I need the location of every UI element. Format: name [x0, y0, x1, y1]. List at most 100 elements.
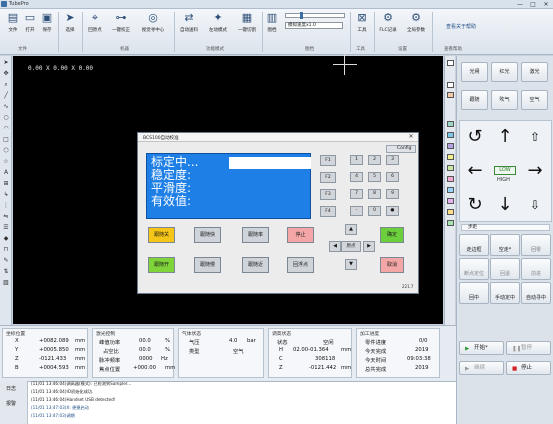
num-key[interactable]: 2 [368, 155, 381, 165]
cancel-button[interactable]: 取消 [380, 257, 404, 273]
follow-on-button[interactable]: 跟随开 [148, 257, 175, 273]
num-key[interactable]: 4 [350, 172, 363, 182]
auto-feed-button[interactable]: ⇄ 自动送料 [176, 11, 202, 33]
follow-slow-button[interactable]: 跟随慢 [194, 257, 221, 273]
speed-slider[interactable] [285, 12, 345, 19]
rect-tool-icon[interactable]: □ [2, 136, 10, 144]
dialog-close-icon[interactable]: ✕ [406, 133, 416, 141]
select-button[interactable]: ➤ 选择 [59, 11, 81, 33]
num-key[interactable]: 5 [368, 172, 381, 182]
f1-key[interactable]: F1 [320, 155, 336, 166]
follow-button[interactable]: 跟随 [461, 90, 488, 110]
back-button[interactable]: 回退 [490, 258, 520, 280]
follow-near-button[interactable]: 跟随近 [242, 257, 269, 273]
config-button[interactable]: Config [386, 145, 416, 153]
polygon-tool-icon[interactable]: ⬡ [2, 147, 10, 155]
layer-swatch[interactable] [447, 121, 454, 127]
center-button[interactable]: 回中 [459, 282, 489, 304]
layer-swatch[interactable] [447, 176, 454, 182]
return-float-button[interactable]: 回浮点 [287, 257, 314, 273]
num-key[interactable]: 7 [350, 189, 363, 199]
nav-up-icon[interactable]: ▲ [345, 224, 357, 235]
save-button[interactable]: ▣ 保存 [36, 11, 58, 33]
layer-tool-icon[interactable]: ▧ [2, 279, 10, 287]
text-tool-icon[interactable]: A [2, 169, 10, 177]
layer-swatch[interactable] [447, 165, 454, 171]
node-tool-icon[interactable]: ✥ [2, 70, 10, 78]
num-key[interactable]: 9 [386, 189, 399, 199]
red-light-button[interactable]: 红光 [491, 62, 518, 82]
num-key[interactable]: 3 [386, 155, 399, 165]
jog-left-arrow-icon[interactable]: ← [463, 160, 487, 184]
shutter-button[interactable]: 光闸 [461, 62, 488, 82]
nav-center-button[interactable]: 原点 [341, 241, 361, 252]
layer-swatch[interactable] [447, 82, 454, 88]
follow-off-button[interactable]: 跟随关 [148, 227, 175, 243]
resume-button[interactable]: ▶ 继续 [459, 361, 504, 375]
rotate-cw-icon[interactable]: ↻ [463, 194, 487, 218]
manual-center-button[interactable]: 手动定中 [490, 282, 520, 304]
drop-tool-icon[interactable]: ◆ [2, 235, 10, 243]
log-tab[interactable]: 日志 [6, 385, 16, 392]
speed-low-indicator[interactable]: LOW [494, 166, 516, 175]
laser-button[interactable]: 激光 [521, 62, 548, 82]
pause-button[interactable]: ❚❚ 暂停 [506, 341, 551, 355]
num-key[interactable]: 1 [350, 155, 363, 165]
jog-up-arrow-icon[interactable]: ↑ [493, 126, 517, 150]
global-settings-button[interactable]: ⚙ 全局参数 [404, 11, 428, 33]
nav-right-icon[interactable]: ▶ [363, 241, 375, 252]
breakpoint-button[interactable]: 断点定位 [459, 258, 489, 280]
f2-key[interactable]: F2 [320, 172, 336, 183]
jog-down-arrow-icon[interactable]: ↓ [493, 194, 517, 218]
f4-key[interactable]: F4 [320, 206, 336, 217]
num-key[interactable]: ● [386, 206, 399, 216]
num-key[interactable]: 8 [368, 189, 381, 199]
f3-key[interactable]: F3 [320, 189, 336, 200]
alarm-tab[interactable]: 报警 [6, 400, 16, 407]
line-tool-icon[interactable]: ╱ [2, 92, 10, 100]
array-tool-icon[interactable]: ⋮ [2, 202, 10, 210]
start-button[interactable]: ▶ 开始* [459, 341, 504, 355]
num-key[interactable]: 0 [368, 206, 381, 216]
num-key[interactable]: 6 [386, 172, 399, 182]
layer-swatch[interactable] [447, 143, 454, 149]
circle-tool-icon[interactable]: ○ [2, 114, 10, 122]
pen-tool-icon[interactable]: ✎ [2, 257, 10, 265]
close-button[interactable]: ✕ [540, 1, 552, 8]
layer-swatch[interactable] [447, 209, 454, 215]
tool-button[interactable]: ⊠ 工具 [353, 11, 371, 33]
z-down-icon[interactable]: ⇩ [523, 194, 547, 218]
follow-rate-button[interactable]: 跟随率 [242, 227, 269, 243]
drawing-button[interactable]: ▥ 图档 [263, 11, 281, 33]
stop-dialog-button[interactable]: 停止 [287, 227, 314, 243]
measure-tool-icon[interactable]: ⊞ [2, 180, 10, 188]
sort-tool-icon[interactable]: ⇅ [2, 268, 10, 276]
nav-down-icon[interactable]: ▼ [345, 259, 357, 270]
layer-swatch[interactable] [447, 220, 454, 226]
follow-fast-button[interactable]: 跟随快 [194, 227, 221, 243]
rotate-ccw-icon[interactable]: ↺ [463, 126, 487, 150]
mode-button[interactable]: ✦ 左动模式 [205, 11, 231, 33]
minimize-button[interactable]: — [514, 1, 526, 8]
jog-right-arrow-icon[interactable]: → [523, 160, 547, 184]
confirm-button[interactable]: 确定 [380, 227, 404, 243]
forward-button[interactable]: 前进 [521, 258, 551, 280]
speed-select[interactable]: 模拟速度x1.0 [285, 22, 343, 29]
z-up-icon[interactable]: ⇧ [523, 126, 547, 150]
mirror-tool-icon[interactable]: ⇋ [2, 213, 10, 221]
auto-center-button[interactable]: 自动寻中 [521, 282, 551, 304]
layer-swatch[interactable] [447, 92, 454, 98]
dry-run-button[interactable]: 空走* [490, 234, 520, 256]
vision-center-button[interactable]: ◎ 视觉寻中心 [138, 11, 168, 33]
layer-swatch[interactable] [447, 60, 454, 66]
layer-swatch[interactable] [447, 154, 454, 160]
nav-left-icon[interactable]: ◀ [329, 241, 341, 252]
stop-button[interactable]: ■ 停止 [506, 361, 551, 375]
help-link[interactable]: 查看关于帮助 [446, 23, 476, 30]
align-tool-icon[interactable]: ☰ [2, 224, 10, 232]
curve-tool-icon[interactable]: ∿ [2, 103, 10, 111]
return-zero-button[interactable]: 回零 [521, 234, 551, 256]
air-button[interactable]: 空气 [521, 90, 548, 110]
trace-frame-button[interactable]: 走边框 [459, 234, 489, 256]
layer-swatch[interactable] [447, 187, 454, 193]
